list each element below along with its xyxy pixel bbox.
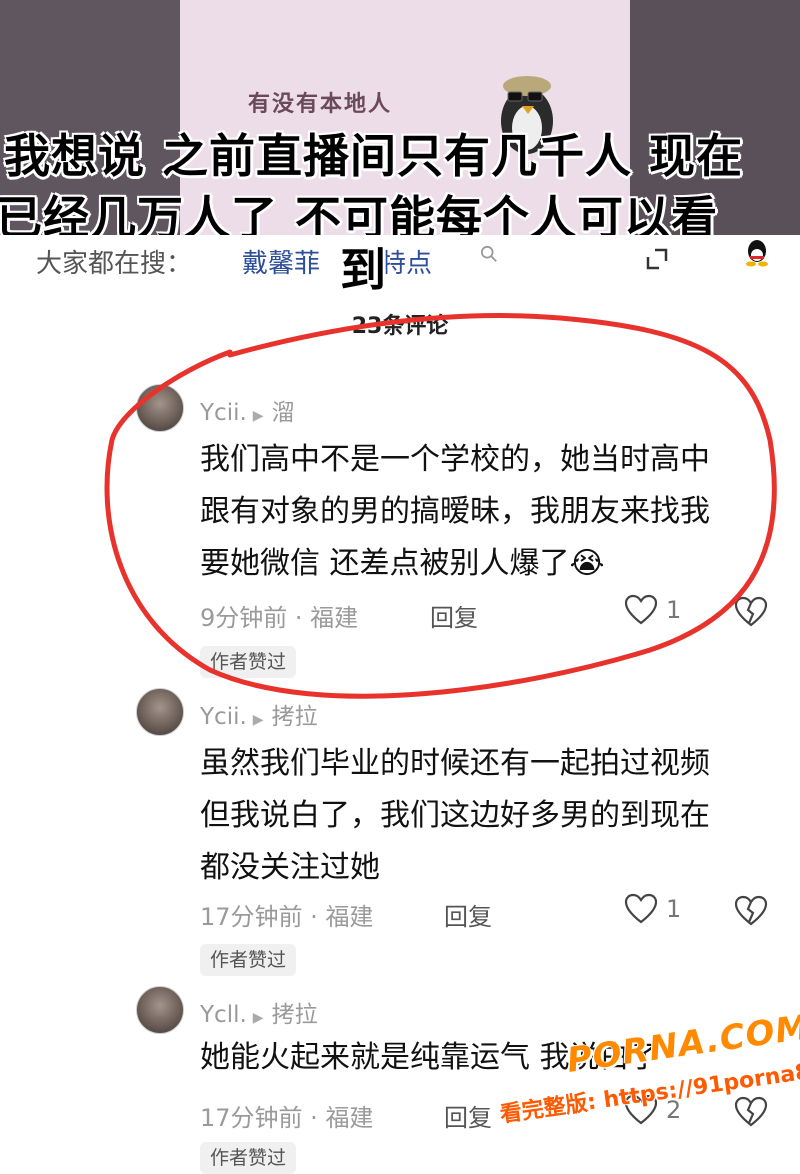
comment-time: 17分钟前 (200, 903, 303, 931)
author-liked-badge: 作者赞过 (200, 1142, 297, 1174)
heart-icon (624, 893, 658, 924)
video-subtitle-line-3: 到 (340, 243, 387, 297)
heart-icon (624, 594, 658, 625)
comment-meta: 9分钟前 · 福建 (200, 604, 359, 632)
author-liked-badge: 作者赞过 (200, 944, 297, 976)
comment-body-line: 要她微信 还差点被别人爆了😭 (200, 546, 605, 581)
comment-reply-target[interactable]: 拷拉 (272, 704, 318, 730)
reply-button[interactable]: 回复 (444, 897, 492, 932)
avatar[interactable] (136, 688, 184, 736)
comment-reply-target[interactable]: 溜 (272, 400, 295, 426)
like-button[interactable]: 1 (624, 594, 681, 626)
comment-time: 9分钟前 (200, 604, 288, 632)
comment-location: 福建 (325, 1104, 374, 1132)
qq-icon[interactable] (742, 238, 772, 268)
dislike-heart-icon[interactable] (734, 1096, 768, 1128)
comment-location: 福建 (325, 903, 374, 931)
avatar[interactable] (136, 986, 184, 1034)
reply-arrow-icon: ▶ (252, 712, 264, 728)
comment-author-name[interactable]: Ycll. (200, 1002, 247, 1028)
expand-icon[interactable] (646, 248, 668, 270)
comment-author-row: Ycll. ▶ 拷拉 (200, 995, 318, 1029)
comment-body-line: 我们高中不是一个学校的，她当时高中 (200, 442, 710, 477)
comment-author-row: Ycii. ▶ 溜 (200, 393, 295, 427)
like-button[interactable]: 1 (624, 893, 681, 925)
comment-location: 福建 (310, 604, 359, 632)
reply-arrow-icon: ▶ (252, 408, 264, 424)
author-liked-badge: 作者赞过 (200, 646, 297, 678)
reply-button[interactable]: 回复 (430, 598, 478, 633)
comment-meta: 17分钟前 · 福建 (200, 1104, 374, 1132)
comments-count-header: 23条评论 (351, 314, 449, 339)
reply-button[interactable]: 回复 (444, 1098, 492, 1133)
search-prefix-label: 大家都在搜： (36, 249, 193, 279)
comment-meta: 17分钟前 · 福建 (200, 903, 374, 931)
comment-body-line: 跟有对象的男的搞暧昧，我朋友来找我 (200, 494, 710, 529)
comment-body: 虽然我们毕业的时候还有一起拍过视频 但我说白了，我们这边好多男的到现在 都没关注… (200, 738, 775, 894)
comment-body-line: 都没关注过她 (200, 850, 380, 885)
comment-author-name[interactable]: Ycii. (200, 704, 247, 730)
comment-body: 我们高中不是一个学校的，她当时高中 跟有对象的男的搞暧昧，我朋友来找我 要她微信… (200, 434, 775, 590)
search-term-text: 戴馨菲 (242, 249, 321, 279)
comment-author-name[interactable]: Ycii. (200, 400, 247, 426)
comment-reply-target[interactable]: 拷拉 (272, 1002, 318, 1028)
comment-time: 17分钟前 (200, 1104, 303, 1132)
dislike-heart-icon[interactable] (734, 596, 768, 628)
reply-arrow-icon: ▶ (252, 1010, 264, 1026)
comment-author-row: Ycii. ▶ 拷拉 (200, 697, 318, 731)
video-subtitle-line-1: 我想说 之前直播间只有几千人 现在 (4, 129, 744, 183)
dislike-heart-icon[interactable] (734, 895, 768, 927)
video-frame-caption: 有没有本地人 (248, 92, 393, 117)
like-count: 1 (666, 596, 682, 624)
avatar[interactable] (136, 384, 184, 432)
comment-body-line: 但我说白了，我们这边好多男的到现在 (200, 798, 710, 833)
like-count: 1 (666, 895, 682, 923)
comment-body-line: 虽然我们毕业的时候还有一起拍过视频 (200, 746, 710, 781)
